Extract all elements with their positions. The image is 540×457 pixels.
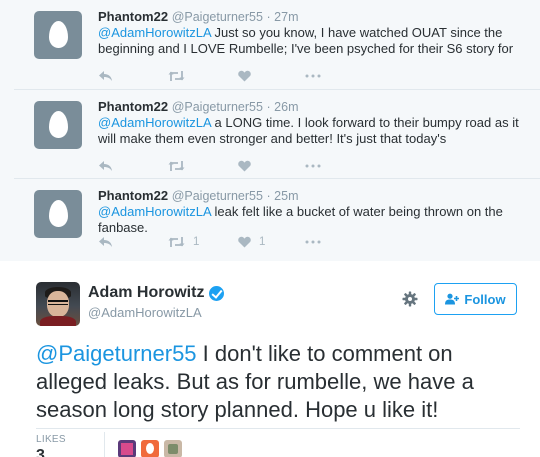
reply-button[interactable] <box>98 68 113 84</box>
divider <box>104 432 105 457</box>
retweet-icon <box>168 71 185 81</box>
tweet-text: @AdamHorowitzLA a LONG time. I look forw… <box>98 115 519 146</box>
avatar[interactable] <box>34 101 82 149</box>
more-button[interactable] <box>305 158 321 174</box>
retweet-icon <box>168 161 185 171</box>
gear-icon[interactable] <box>402 291 418 307</box>
liker-avatar[interactable] <box>118 440 136 457</box>
conversation-thread: Phantom22 @Paigeturner55 · 27m @AdamHoro… <box>0 0 540 261</box>
retweet-button[interactable]: 1 <box>168 234 199 250</box>
reply-button[interactable] <box>98 234 113 250</box>
more-button[interactable] <box>305 234 321 250</box>
like-icon <box>238 160 251 172</box>
liker-avatar[interactable] <box>164 440 182 457</box>
like-button[interactable] <box>238 68 259 84</box>
mention-link[interactable]: @Paigeturner55 <box>36 341 197 366</box>
avatar[interactable] <box>36 282 80 326</box>
liker-avatar[interactable] <box>141 440 159 457</box>
more-icon <box>305 164 321 168</box>
retweet-count: 1 <box>193 236 200 248</box>
user-handle[interactable]: @Paigeturner55 <box>172 10 263 24</box>
verified-icon <box>209 285 225 301</box>
follow-icon <box>445 293 460 305</box>
reply-tweet[interactable]: Phantom22 @Paigeturner55 · 25m @AdamHoro… <box>14 178 540 261</box>
user-name[interactable]: Phantom22 <box>98 9 168 24</box>
like-button[interactable]: 1 <box>238 234 265 250</box>
follow-button[interactable]: Follow <box>434 283 517 315</box>
more-icon <box>305 240 321 244</box>
retweet-button[interactable] <box>168 158 193 174</box>
more-icon <box>305 74 321 78</box>
timestamp[interactable]: · 27m <box>267 10 299 24</box>
user-name[interactable]: Adam Horowitz <box>88 284 204 302</box>
user-handle[interactable]: @Paigeturner55 <box>172 189 263 203</box>
user-handle[interactable]: @AdamHorowitzLA <box>88 305 202 320</box>
mention-link[interactable]: @AdamHorowitzLA <box>98 25 211 40</box>
main-tweet: Adam Horowitz @AdamHorowitzLA Follow @Pa… <box>0 262 540 457</box>
like-count: 1 <box>259 236 266 248</box>
likes-count[interactable]: 3 <box>36 447 45 457</box>
tweet-text: @AdamHorowitzLA Just so you know, I have… <box>98 25 514 56</box>
reply-icon <box>99 71 112 81</box>
like-button[interactable] <box>238 158 259 174</box>
user-name[interactable]: Phantom22 <box>98 188 168 203</box>
reply-button[interactable] <box>98 158 113 174</box>
follow-label: Follow <box>464 291 506 307</box>
divider <box>36 428 520 429</box>
retweet-button[interactable] <box>168 68 193 84</box>
avatar[interactable] <box>34 11 82 59</box>
user-name[interactable]: Phantom22 <box>98 99 168 114</box>
like-icon <box>238 70 251 82</box>
user-handle[interactable]: @Paigeturner55 <box>172 100 263 114</box>
reply-tweet[interactable]: Phantom22 @Paigeturner55 · 27m @AdamHoro… <box>14 0 540 89</box>
avatar[interactable] <box>34 190 82 238</box>
tweet-text: @AdamHorowitzLA leak felt like a bucket … <box>98 204 503 235</box>
reply-icon <box>99 237 112 247</box>
reply-icon <box>99 161 112 171</box>
mention-link[interactable]: @AdamHorowitzLA <box>98 204 211 219</box>
more-button[interactable] <box>305 68 321 84</box>
mention-link[interactable]: @AdamHorowitzLA <box>98 115 211 130</box>
timestamp[interactable]: · 26m <box>267 100 299 114</box>
tweet-text: @Paigeturner55 I don't like to comment o… <box>36 341 474 422</box>
retweet-icon <box>168 237 185 247</box>
likes-label[interactable]: LIKES <box>36 434 66 445</box>
reply-tweet[interactable]: Phantom22 @Paigeturner55 · 26m @AdamHoro… <box>14 89 540 178</box>
like-icon <box>238 236 251 248</box>
timestamp[interactable]: · 25m <box>267 189 299 203</box>
